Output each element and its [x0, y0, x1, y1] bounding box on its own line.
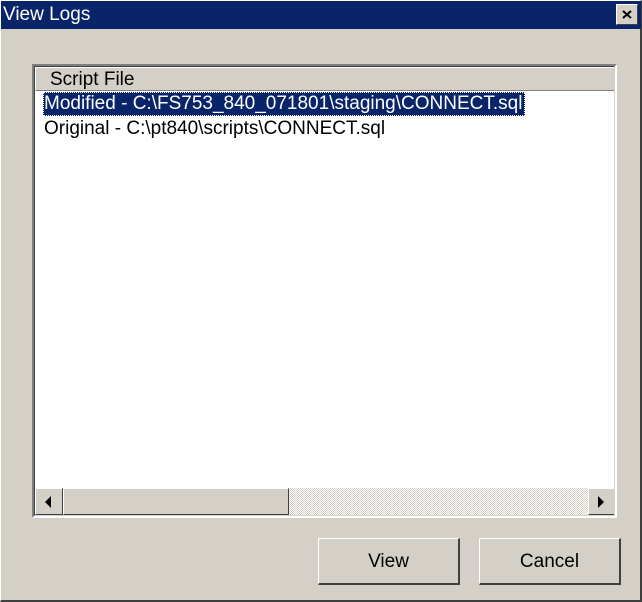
list-item-modified[interactable]: Modified - C:\FS753_840_071801\staging\C… [35, 92, 614, 117]
window-title: View Logs [3, 4, 91, 25]
scroll-left-button[interactable] [35, 488, 63, 515]
script-file-list[interactable]: Script File Modified - C:\FS753_840_0718… [32, 64, 617, 518]
close-button[interactable] [616, 4, 638, 25]
column-header-label: Script File [50, 69, 135, 90]
title-bar[interactable]: View Logs [1, 1, 641, 29]
cancel-button[interactable]: Cancel [479, 538, 621, 585]
close-icon [622, 10, 632, 19]
column-header-script-file[interactable]: Script File [35, 67, 614, 91]
arrow-right-icon [598, 496, 604, 508]
arrow-left-icon [45, 496, 51, 508]
list-item-label: Modified - C:\FS753_840_071801\staging\C… [43, 92, 526, 116]
list-item-label: Original - C:\pt840\scripts\CONNECT.sql [44, 118, 386, 139]
view-button[interactable]: View [318, 538, 460, 585]
list-rows: Modified - C:\FS753_840_071801\staging\C… [35, 92, 614, 142]
scrollbar-thumb[interactable] [63, 488, 289, 515]
scroll-right-button[interactable] [588, 488, 614, 515]
list-item-original[interactable]: Original - C:\pt840\scripts\CONNECT.sql [35, 117, 614, 142]
view-logs-dialog: View Logs Script File Modified - C:\FS75… [0, 0, 642, 602]
horizontal-scrollbar[interactable] [35, 488, 614, 515]
